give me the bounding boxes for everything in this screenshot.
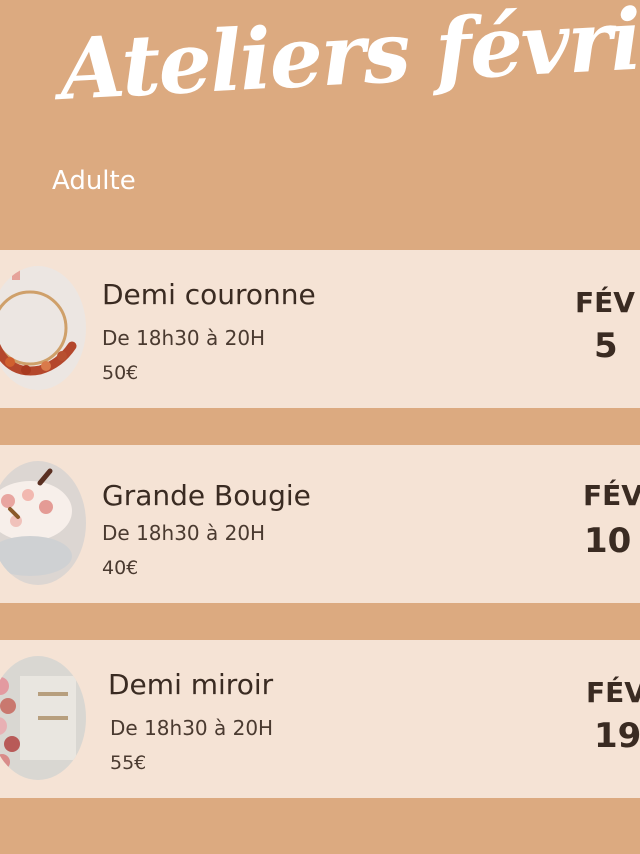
workshop-time: De 18h30 à 20H xyxy=(102,326,266,350)
workshop-time: De 18h30 à 20H xyxy=(102,521,266,545)
workshop-day: 19 xyxy=(594,716,640,756)
workshop-price: 40€ xyxy=(102,557,139,579)
workshop-month: FÉV xyxy=(586,676,640,709)
workshop-name: Grande Bougie xyxy=(102,479,311,512)
page-title: Ateliers février xyxy=(57,0,640,119)
mirror-image xyxy=(0,656,86,780)
flower-mirror-icon xyxy=(0,656,86,780)
audience-label: Adulte xyxy=(52,166,136,196)
workshop-day: 10 xyxy=(584,521,632,561)
workshop-name: Demi couronne xyxy=(102,278,316,311)
dried-flower-wreath-icon xyxy=(0,266,86,390)
workshop-card-grande-bougie[interactable]: Grande Bougie De 18h30 à 20H 40€ FÉV 10 xyxy=(0,445,640,603)
workshop-card-demi-miroir[interactable]: Demi miroir De 18h30 à 20H 55€ FÉV 19 xyxy=(0,640,640,798)
wreath-image xyxy=(0,266,86,390)
workshop-card-demi-couronne[interactable]: Demi couronne De 18h30 à 20H 50€ FÉV 5 xyxy=(0,250,640,408)
workshop-name: Demi miroir xyxy=(108,668,274,701)
workshop-price: 55€ xyxy=(110,752,147,774)
workshop-price: 50€ xyxy=(102,362,139,384)
workshop-month: FÉV xyxy=(575,286,635,319)
workshop-month: FÉV xyxy=(583,479,640,512)
workshop-day: 5 xyxy=(594,326,618,366)
flower-candle-icon xyxy=(0,461,86,585)
candle-image xyxy=(0,461,86,585)
workshop-time: De 18h30 à 20H xyxy=(110,716,274,740)
